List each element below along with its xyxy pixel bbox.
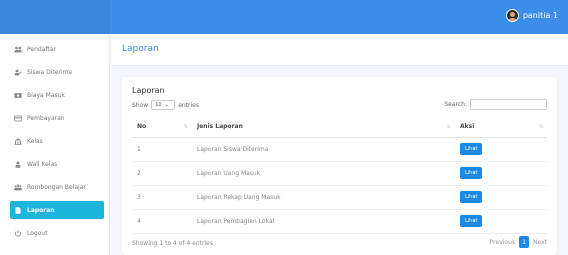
payment-icon [14,115,22,122]
user-icon [14,161,22,168]
sort-icon: ⇅ [446,124,451,130]
sidebar-item-laporan[interactable]: Laporan [10,201,104,219]
table-info: Showing 1 to 4 of 4 entries [132,240,213,247]
lihat-button[interactable]: Lihat [460,143,483,155]
sort-icon: ⇅ [538,124,543,130]
action-cell: Lihat [455,161,547,186]
row-number: 3 [132,185,192,210]
building-icon [14,138,22,145]
sidebar-item-kelas[interactable]: Kelas [10,132,104,150]
money-icon [14,92,22,99]
sidebar-item-pembayaran[interactable]: Pembayaran [10,109,104,127]
avatar[interactable] [505,9,519,22]
entries-label: entries [178,101,200,109]
action-cell: Lihat [455,185,547,210]
table-row: 3 Laporan Rekap Uang Masuk Lihat [132,185,547,210]
row-number: 1 [132,137,192,162]
page-1-button[interactable]: 1 [519,236,530,248]
group-icon [14,184,22,191]
power-icon [14,229,22,237]
lihat-button[interactable]: Lihat [460,215,483,227]
page-title: Laporan [122,44,159,54]
report-type: Laporan Rekap Uang Masuk [192,185,455,210]
lihat-button[interactable]: Lihat [460,167,483,179]
pagination: Previous 1 Next [490,236,547,248]
file-icon [14,206,22,214]
report-type: Laporan Uang Masuk [192,161,455,186]
sidebar: Pendaftar Siswa Diterima Biaya Masuk Pem… [0,34,110,255]
lihat-button[interactable]: Lihat [460,191,483,203]
report-card: Laporan Show 10 ⌄ entries Search: No ⇅ Je… [122,77,557,255]
entries-value: 10 [155,102,162,108]
sidebar-item-label: Wali Kelas [27,160,58,168]
sidebar-item-label: Rombongan Belajar [27,183,86,191]
user-menu[interactable]: panitia 1 [505,9,558,22]
chevron-down-icon: ⌄ [164,102,169,108]
sidebar-item-label: Laporan [27,206,55,214]
column-header-jenis-laporan[interactable]: Jenis Laporan ⇅ [192,117,455,138]
sidebar-item-biaya-masuk[interactable]: Biaya Masuk [10,86,104,104]
table-row: 4 Laporan Pembagian Lokal Lihat [132,209,547,234]
sidebar-item-label: Logout [27,229,48,237]
search-label: Search: [444,101,467,108]
users-icon [14,46,22,53]
sidebar-item-wali-kelas[interactable]: Wali Kelas [10,155,104,173]
report-table: No ⇅ Jenis Laporan ⇅ Aksi ⇅ 1 Laporan Siswa… [132,117,547,234]
next-button[interactable]: Next [533,239,547,246]
action-cell: Lihat [455,209,547,234]
row-number: 2 [132,161,192,186]
card-title: Laporan [132,86,165,95]
brand-area [0,0,110,34]
row-number: 4 [132,209,192,234]
table-header-row: No ⇅ Jenis Laporan ⇅ Aksi ⇅ [132,117,547,138]
topbar: panitia 1 [0,0,568,34]
table-row: 2 Laporan Uang Masuk Lihat [132,161,547,186]
report-type: Laporan Pembagian Lokal [192,209,455,234]
sort-icon: ⇅ [183,124,188,130]
show-label: Show [132,101,149,109]
sidebar-item-label: Pendaftar [27,45,56,53]
entries-select[interactable]: 10 ⌄ [151,100,176,110]
sidebar-item-label: Pembayaran [27,114,65,122]
report-type: Laporan Siswa Diterima [192,137,455,162]
previous-button[interactable]: Previous [490,239,515,246]
user-check-icon [14,69,22,76]
column-header-no[interactable]: No ⇅ [132,117,192,138]
entries-length-control: Show 10 ⌄ entries [132,100,199,110]
sidebar-item-pendaftar[interactable]: Pendaftar [10,40,104,58]
table-row: 1 Laporan Siswa Diterima Lihat [132,137,547,162]
sidebar-item-label: Kelas [27,137,43,145]
sidebar-item-label: Biaya Masuk [27,91,65,99]
search-control: Search: [444,99,547,110]
sidebar-item-label: Siswa Diterima [27,68,73,76]
search-input[interactable] [470,99,547,110]
column-header-aksi[interactable]: Aksi ⇅ [455,117,547,138]
username[interactable]: panitia 1 [523,11,558,20]
sidebar-item-logout[interactable]: Logout [10,224,104,242]
action-cell: Lihat [455,137,547,162]
page-header: Laporan [111,34,568,66]
sidebar-item-rombongan-belajar[interactable]: Rombongan Belajar [10,178,104,196]
sidebar-item-siswa-diterima[interactable]: Siswa Diterima [10,63,104,81]
